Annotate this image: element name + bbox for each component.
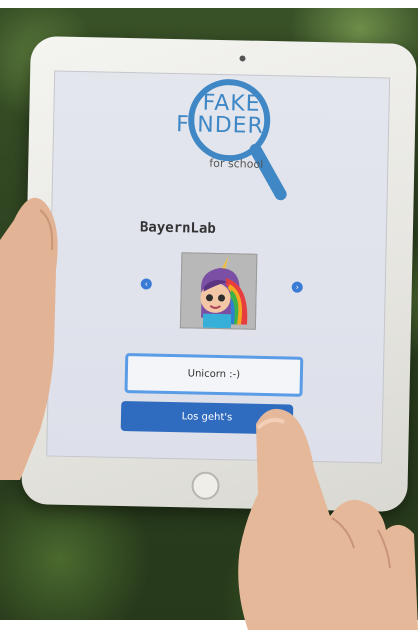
- camera-icon: [239, 55, 246, 62]
- next-avatar-button[interactable]: ›: [291, 281, 303, 293]
- previous-avatar-button[interactable]: ‹: [140, 278, 152, 290]
- avatar[interactable]: [179, 252, 258, 330]
- left-hand: [0, 197, 58, 480]
- username-label: BayernLab: [139, 219, 216, 237]
- photo-border-top: [0, 0, 418, 8]
- unicorn-avatar-icon: [200, 256, 248, 329]
- app-logo: FAKE FINDER for school: [142, 73, 315, 207]
- chevron-right-icon: ›: [295, 282, 299, 292]
- right-hand-pointing: [238, 408, 418, 630]
- chevron-left-icon: ‹: [144, 279, 148, 289]
- logo-subtitle: for school: [209, 156, 264, 171]
- logo-line-finder: FINDER: [175, 112, 265, 139]
- nickname-input[interactable]: Unicorn :-): [124, 353, 304, 397]
- home-button[interactable]: [191, 471, 220, 501]
